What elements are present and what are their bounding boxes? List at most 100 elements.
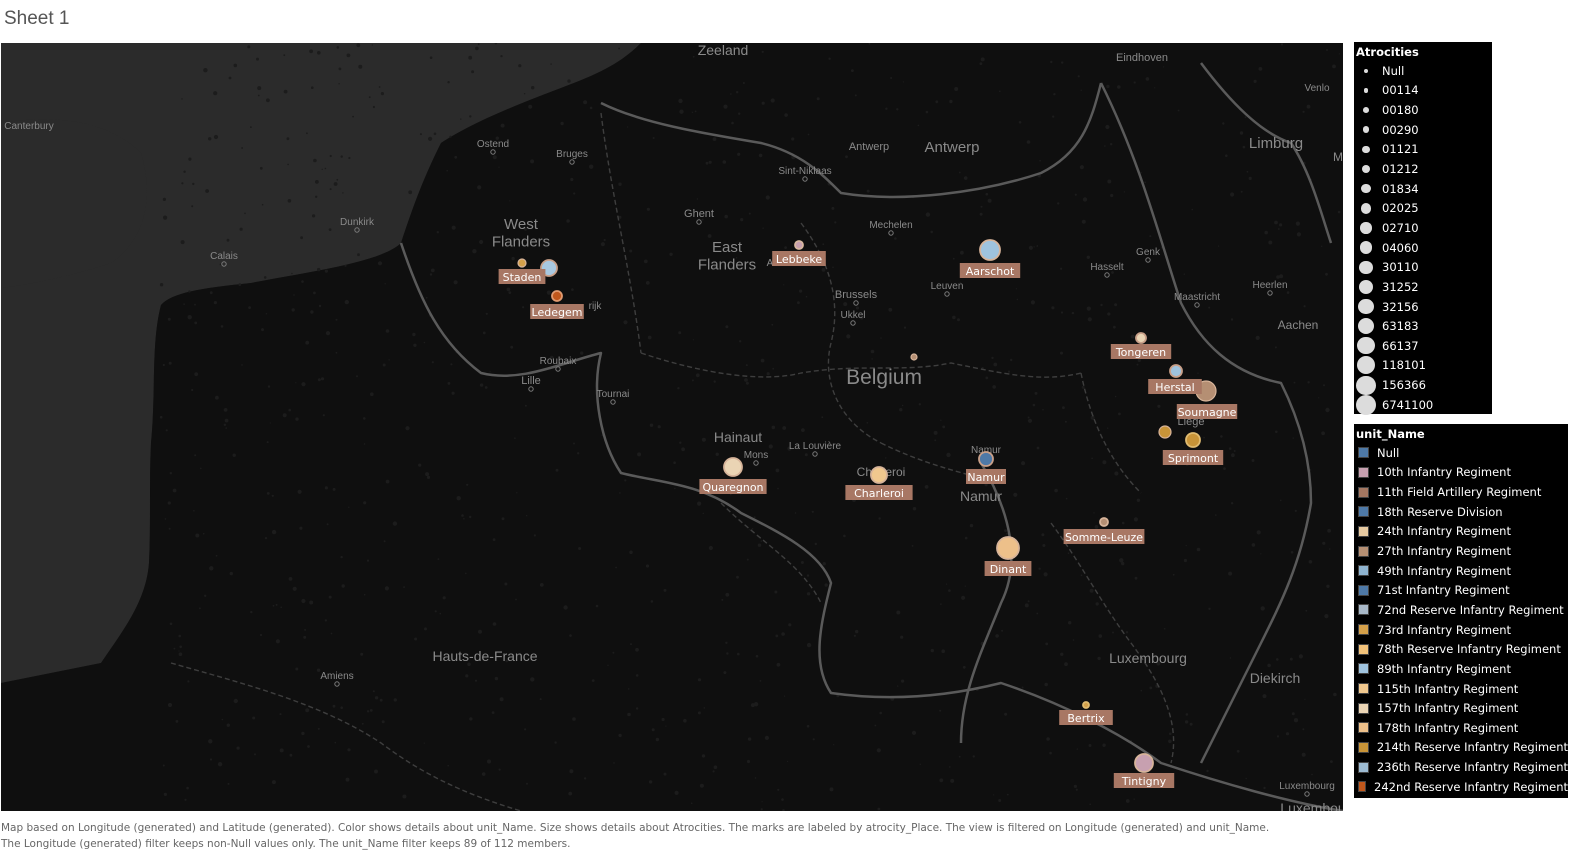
size-legend-item[interactable]: 66137 [1354, 336, 1492, 356]
color-legend-label: 10th Infantry Regiment [1377, 465, 1511, 480]
size-legend-item[interactable]: 02025 [1354, 198, 1492, 218]
color-swatch-icon [1358, 722, 1369, 734]
map-label-antwerp-city: Antwerp [849, 141, 889, 153]
caption-line-1: Map based on Longitude (generated) and L… [1, 822, 1270, 834]
mark-charleroi[interactable] [870, 466, 888, 484]
size-legend-item[interactable]: 01121 [1354, 140, 1492, 160]
color-legend-item[interactable]: 157th Infantry Regiment [1354, 698, 1568, 718]
size-swatch-icon [1360, 203, 1372, 214]
size-legend-label: 30110 [1382, 260, 1419, 275]
atrocities-size-legend[interactable]: Atrocities Null 00114 00180 00290 01121 01212… [1354, 42, 1492, 415]
color-legend-item[interactable]: 89th Infantry Regiment [1354, 659, 1568, 679]
color-legend-item[interactable]: Null [1354, 443, 1568, 463]
mark-label-ledegem: Ledegem [532, 306, 583, 319]
unit-name-color-legend[interactable]: unit_Name Null 10th Infantry Regiment 11th… [1354, 424, 1568, 798]
size-legend-item[interactable]: 00180 [1354, 100, 1492, 120]
size-legend-item[interactable]: 32156 [1354, 297, 1492, 317]
size-swatch-icon [1363, 87, 1369, 93]
color-legend-item[interactable]: 178th Infantry Regiment [1354, 718, 1568, 738]
mark-herstal[interactable] [1169, 364, 1183, 378]
color-legend-label: 72nd Reserve Infantry Regiment [1377, 602, 1564, 617]
size-legend-label: 01212 [1382, 162, 1419, 177]
color-legend-item[interactable]: 71st Infantry Regiment [1354, 580, 1568, 600]
size-legend-label: 156366 [1382, 378, 1426, 393]
size-swatch-wrap [1354, 183, 1378, 194]
color-legend-label: 214th Reserve Infantry Regiment [1376, 740, 1568, 755]
size-legend-item[interactable]: 01834 [1354, 179, 1492, 199]
color-legend-label: 236th Reserve Infantry Regiment [1376, 760, 1568, 775]
color-legend-item[interactable]: 73rd Infantry Regiment [1354, 620, 1568, 640]
map-view[interactable]: Zeeland Eindhoven Venlo Canterbury Ostend Bru… [1, 43, 1343, 811]
color-swatch-icon [1358, 643, 1369, 655]
size-swatch-wrap [1354, 337, 1378, 355]
size-legend-item[interactable]: 6741100 [1354, 394, 1492, 415]
mark-label-dinant: Dinant [990, 563, 1027, 576]
size-legend-item[interactable]: 118101 [1354, 356, 1492, 376]
mark-somme-leuze[interactable] [1099, 517, 1109, 527]
mark-tongeren[interactable] [1135, 332, 1147, 344]
color-legend-item[interactable]: 214th Reserve Infantry Regiment [1354, 738, 1568, 758]
map-label-kortrijk-part: rijk [589, 301, 603, 312]
size-legend-item[interactable]: 00290 [1354, 120, 1492, 140]
color-legend-item[interactable]: 18th Reserve Division [1354, 502, 1568, 522]
color-legend-item[interactable]: 27th Infantry Regiment [1354, 541, 1568, 561]
size-legend-item[interactable]: 02710 [1354, 218, 1492, 238]
color-legend-item[interactable]: 115th Infantry Regiment [1354, 679, 1568, 699]
mark-quaregnon[interactable] [723, 457, 743, 477]
size-swatch-icon [1357, 318, 1375, 335]
caption-line-2: The Longitude (generated) filter keeps n… [1, 838, 571, 850]
color-legend-label: 115th Infantry Regiment [1377, 681, 1519, 696]
color-legend-item[interactable]: 236th Reserve Infantry Regiment [1354, 757, 1568, 777]
map-canvas[interactable]: Zeeland Eindhoven Venlo Canterbury Ostend Bru… [1, 43, 1343, 811]
color-legend-item[interactable]: 78th Reserve Infantry Regiment [1354, 639, 1568, 659]
size-swatch-icon [1358, 298, 1374, 315]
mark-tintigny[interactable] [1134, 753, 1154, 773]
color-legend-item[interactable]: 24th Infantry Regiment [1354, 522, 1568, 542]
size-legend-item[interactable]: 31252 [1354, 277, 1492, 297]
mark-staden-extra-0[interactable] [517, 258, 527, 268]
size-legend-item[interactable]: 04060 [1354, 238, 1492, 258]
mark-sprimont-extra-0[interactable] [1158, 425, 1172, 439]
size-legend-item[interactable]: 00114 [1354, 81, 1492, 101]
map-label-ostend: Ostend [477, 139, 509, 150]
size-legend-item[interactable]: 156366 [1354, 375, 1492, 395]
map-label-antwerp-prov: Antwerp [924, 139, 979, 156]
size-swatch-icon [1361, 164, 1371, 174]
size-legend-title: Atrocities [1356, 45, 1419, 59]
mark-bertrix[interactable] [1082, 701, 1090, 709]
size-legend-label: 02710 [1382, 220, 1419, 235]
size-legend-item[interactable]: Null [1354, 61, 1492, 81]
size-swatch-wrap [1354, 260, 1378, 274]
color-legend-item[interactable]: 10th Infantry Regiment [1354, 463, 1568, 483]
map-label-limburg: Limburg [1249, 135, 1303, 152]
map-label-amiens: Amiens [320, 671, 353, 682]
color-legend-label: Null [1377, 445, 1400, 460]
map-label-dunkirk: Dunkirk [340, 217, 375, 228]
size-swatch-wrap [1354, 222, 1378, 234]
color-legend-title: unit_Name [1356, 427, 1425, 441]
map-label-aachen: Aachen [1278, 318, 1319, 332]
map-label-canterbury: Canterbury [4, 121, 53, 132]
color-legend-item[interactable]: 72nd Reserve Infantry Regiment [1354, 600, 1568, 620]
mark-aarschot[interactable] [979, 239, 1001, 261]
map-label-bruges: Bruges [556, 149, 588, 160]
size-legend-item[interactable]: 63183 [1354, 316, 1492, 336]
color-legend-item[interactable]: 11th Field Artillery Regiment [1354, 482, 1568, 502]
size-legend-item[interactable]: 30110 [1354, 257, 1492, 277]
size-legend-label: 66137 [1382, 338, 1419, 353]
mark-sprimont[interactable] [1185, 432, 1201, 448]
color-swatch-icon [1358, 683, 1369, 694]
map-label-brussels: Brussels [835, 289, 878, 301]
mark-dinant[interactable] [996, 536, 1020, 560]
color-legend-item[interactable]: 242nd Reserve Infantry Regiment [1354, 777, 1568, 797]
mark-namur[interactable] [978, 451, 994, 467]
mark-lebbeke[interactable] [794, 240, 804, 250]
mark-ledegem[interactable] [551, 290, 563, 302]
size-legend-item[interactable]: 01212 [1354, 159, 1492, 179]
size-swatch-wrap [1354, 394, 1378, 415]
color-legend-item[interactable]: 49th Infantry Regiment [1354, 561, 1568, 581]
mark-namur-extra-0[interactable] [910, 353, 918, 361]
color-swatch-icon [1358, 781, 1367, 793]
color-swatch-icon [1358, 486, 1369, 498]
size-legend-label: 63183 [1382, 319, 1419, 334]
